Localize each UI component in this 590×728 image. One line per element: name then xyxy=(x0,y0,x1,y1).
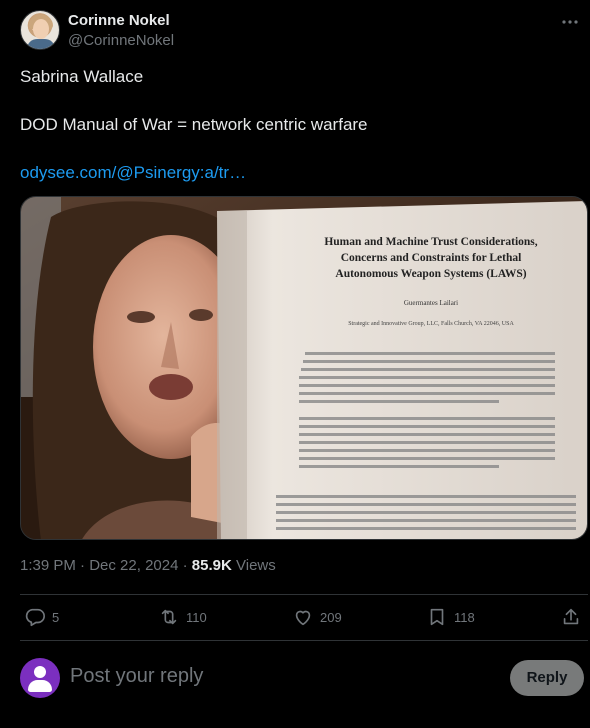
avatar-body xyxy=(27,39,55,49)
post-date[interactable]: Dec 22, 2024 xyxy=(89,557,178,574)
avatar-head xyxy=(34,666,46,678)
paper-affiliation: Strategic and Innovative Group, LLC, Fal… xyxy=(348,321,514,327)
divider xyxy=(20,640,588,641)
post-link[interactable]: odysee.com/@Psinergy:a/tr… xyxy=(20,162,246,184)
meta-separator: · xyxy=(80,557,86,574)
bookmark-button[interactable]: 118 xyxy=(426,603,475,631)
avatar-face xyxy=(33,19,49,39)
views-count: 85.9K xyxy=(191,557,232,574)
ellipsis-icon[interactable] xyxy=(560,12,580,32)
meta-separator: · xyxy=(182,557,188,574)
paper-author: Guermantes Lailari xyxy=(404,299,458,307)
post-time[interactable]: 1:39 PM xyxy=(20,557,76,574)
reply-button[interactable]: 5 xyxy=(24,603,59,631)
divider xyxy=(20,594,588,595)
share-button[interactable] xyxy=(560,603,582,631)
post-text-line-1: Sabrina Wallace xyxy=(20,67,144,86)
post-meta: 1:39 PM · Dec 22, 2024 · 85.9K Views xyxy=(20,557,276,574)
repost-icon xyxy=(161,609,177,625)
paper-title-2: Concerns and Constraints for Lethal xyxy=(341,252,522,264)
reply-submit-button[interactable]: Reply xyxy=(510,660,584,696)
reply-input[interactable]: Post your reply xyxy=(70,665,203,688)
author-name[interactable]: Corinne Nokel xyxy=(68,12,170,29)
reply-count: 5 xyxy=(52,609,60,625)
like-button[interactable]: 209 xyxy=(292,603,342,631)
post-video-thumbnail[interactable]: Human and Machine Trust Considerations, … xyxy=(20,196,588,540)
post-text-line-2: DOD Manual of War = network centric warf… xyxy=(20,115,368,134)
reply-icon xyxy=(25,608,45,627)
repost-count: 110 xyxy=(186,609,207,625)
video-frame: Human and Machine Trust Considerations, … xyxy=(21,197,587,539)
heart-icon xyxy=(295,610,311,626)
action-bar: 5 110 209 118 xyxy=(20,603,588,631)
views-label: Views xyxy=(236,557,276,574)
paper-title-3: Autonomous Weapon Systems (LAWS) xyxy=(335,268,526,280)
paper-title-1: Human and Machine Trust Considerations, xyxy=(324,236,537,248)
avatar-body xyxy=(28,680,52,692)
author-avatar[interactable] xyxy=(20,10,60,50)
user-avatar[interactable] xyxy=(20,658,60,698)
repost-button[interactable]: 110 xyxy=(158,603,207,631)
share-icon xyxy=(563,608,579,625)
bookmark-icon xyxy=(430,608,444,626)
reply-composer: Post your reply Reply xyxy=(20,658,588,698)
bookmark-count: 118 xyxy=(454,609,475,625)
author-handle[interactable]: @CorinneNokel xyxy=(68,32,174,49)
post-header: Corinne Nokel @CorinneNokel xyxy=(20,10,580,54)
like-count: 209 xyxy=(320,609,342,625)
